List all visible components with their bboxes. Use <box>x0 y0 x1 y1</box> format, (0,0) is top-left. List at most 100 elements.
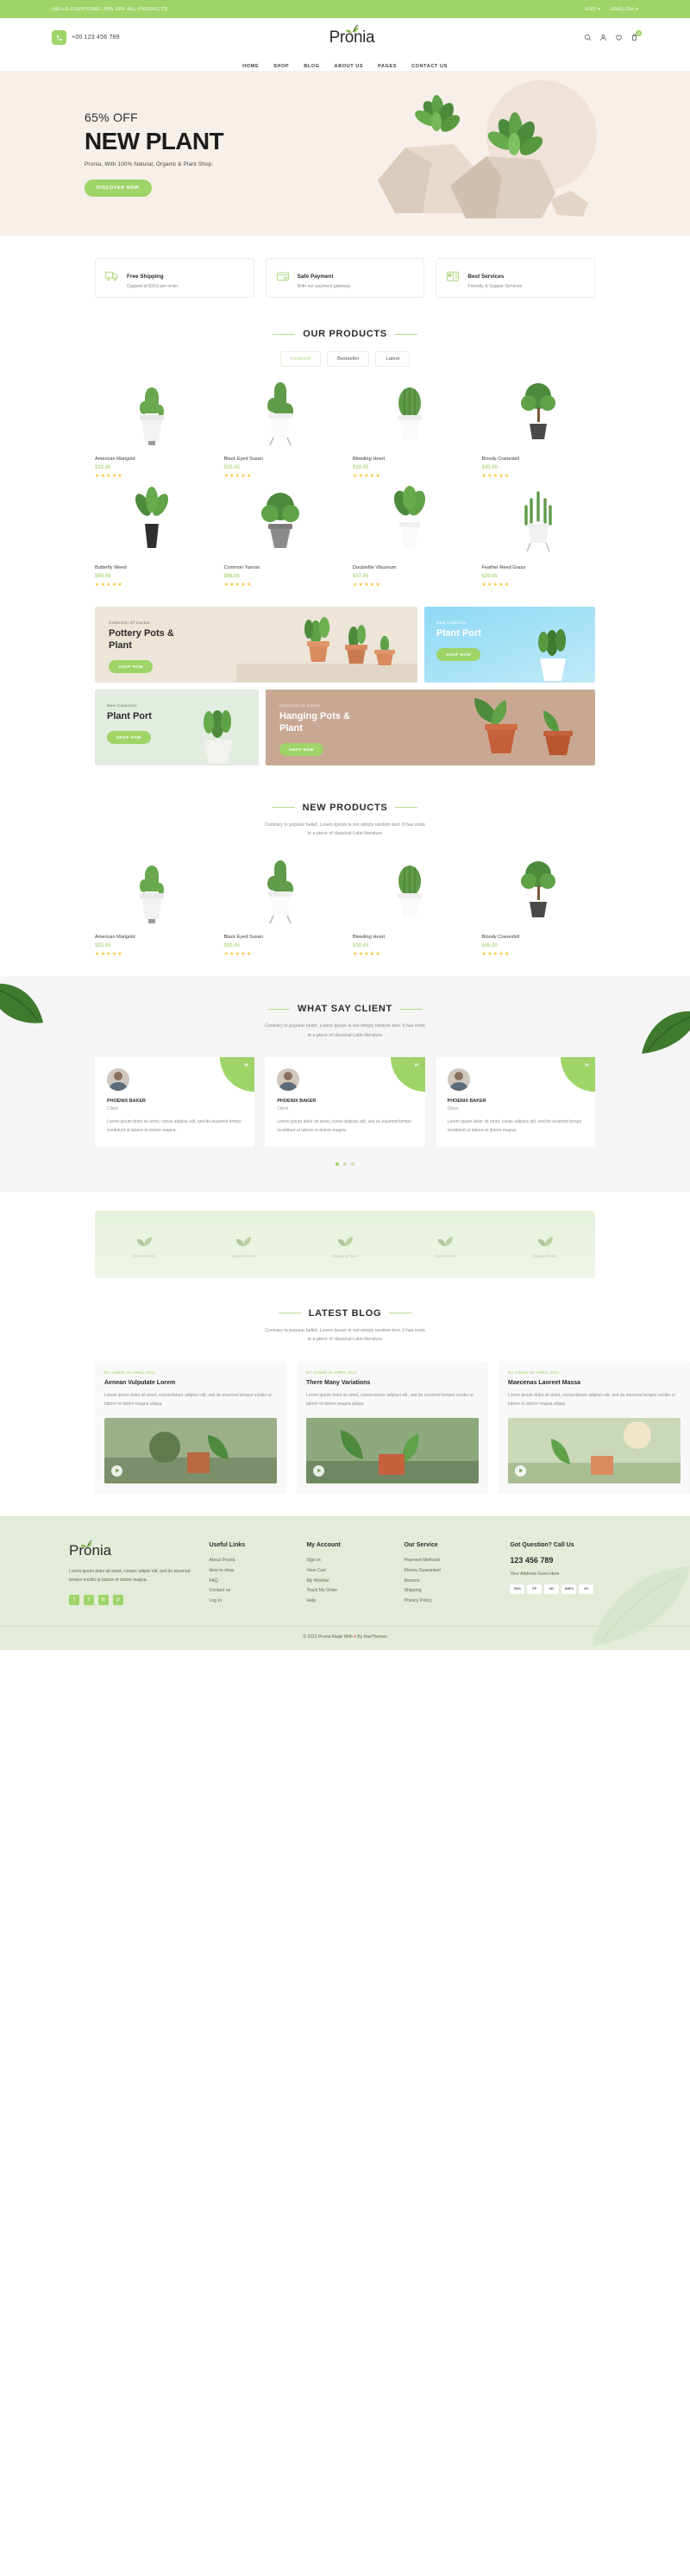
footer-link[interactable]: View Cart <box>306 1566 392 1577</box>
product-name: American Marigold <box>95 935 135 941</box>
brand-logo[interactable]: GrowingPlant <box>332 1231 358 1258</box>
footer-link[interactable]: About Pronia <box>209 1556 294 1566</box>
product-image[interactable] <box>95 375 209 450</box>
footer-link[interactable]: Returns <box>404 1577 498 1587</box>
footer-link[interactable]: Money Guarantee! <box>404 1566 498 1577</box>
product-image[interactable] <box>481 853 595 929</box>
blog-card[interactable]: BY ADMIN 04 APRIL 2021 Maecenas Laoreet M… <box>499 1361 690 1494</box>
product-image[interactable] <box>223 375 337 450</box>
blog-card[interactable]: BY ADMIN 04 APRIL 2021 Aenean Vulputate L… <box>95 1361 286 1494</box>
product-image[interactable] <box>353 484 467 559</box>
product-image[interactable] <box>353 853 467 929</box>
nav-item-pages[interactable]: PAGES <box>378 64 397 69</box>
footer-link[interactable]: Log In <box>209 1597 294 1607</box>
footer-link[interactable]: Payment Methods <box>404 1556 498 1566</box>
product-image[interactable] <box>353 375 467 450</box>
carousel-dot[interactable] <box>343 1162 347 1167</box>
brand-logo[interactable]: GreenPlant <box>133 1231 154 1258</box>
product-card[interactable]: Black Eyed Susan $20.45 ★★★★★ <box>223 853 337 957</box>
nav-item-about-us[interactable]: ABOUT US <box>335 64 364 69</box>
play-icon[interactable] <box>515 1464 526 1477</box>
nav-item-shop[interactable]: SHOP <box>273 64 289 69</box>
brand-logo[interactable]: GrapesPlant <box>533 1231 557 1258</box>
product-price: $68.05 <box>223 574 240 580</box>
currency-selector[interactable]: USD ▾ <box>585 7 600 12</box>
banner-plant-port-blue[interactable]: New Collection Plant Port SHOP NOW <box>424 607 595 683</box>
product-image[interactable] <box>95 484 209 559</box>
social-icon-f[interactable]: f <box>69 1594 79 1605</box>
product-image[interactable] <box>95 853 209 929</box>
footer-link[interactable]: Shipping <box>404 1586 498 1597</box>
product-card[interactable]: American Marigold $23.45 ★★★★★ <box>95 375 209 479</box>
product-card[interactable]: Bloody Cranesbill $45.00 ★★★★★ <box>481 375 595 479</box>
product-image[interactable] <box>481 484 595 559</box>
footer-link[interactable]: How to shop <box>209 1566 294 1577</box>
footer-link[interactable]: My Wishlist <box>306 1577 392 1587</box>
logo[interactable]: Pronia <box>329 24 375 47</box>
announcement-text: HELLO EVERYONE! 25% OFF ALL PRODUCTS <box>52 6 168 12</box>
nav-item-contact-us[interactable]: CONTACT US <box>411 64 448 69</box>
footer-link[interactable]: Track My Order <box>306 1586 392 1597</box>
brand-name: GreenPlant <box>133 1253 155 1258</box>
search-icon[interactable] <box>584 34 592 41</box>
cart-icon[interactable]: 0 <box>630 30 642 41</box>
nav-item-blog[interactable]: BLOG <box>304 64 319 69</box>
tab-latest[interactable]: Latest <box>375 351 411 368</box>
product-card[interactable]: Bleeding Heart $30.45 ★★★★★ <box>353 853 467 957</box>
product-card[interactable]: Doublefile Viburnum $47.45 ★★★★★ <box>353 484 467 588</box>
carousel-dot[interactable] <box>336 1162 339 1167</box>
product-image[interactable] <box>223 484 337 559</box>
footer-link[interactable]: Privacy Policy <box>404 1597 498 1607</box>
wishlist-icon[interactable] <box>615 34 623 41</box>
product-image[interactable] <box>223 853 337 929</box>
banner-shop-now-button[interactable]: SHOP NOW <box>436 648 481 661</box>
blog-title[interactable]: There Many Variations <box>306 1380 479 1386</box>
product-card[interactable]: Butterfly Weed $60.45 ★★★★★ <box>95 484 209 588</box>
carousel-dot[interactable] <box>351 1162 354 1167</box>
brand-logo[interactable]: GreenPlant <box>435 1231 456 1258</box>
product-card[interactable]: Common Yarrow $68.05 ★★★★★ <box>223 484 337 588</box>
social-icon-t[interactable]: t <box>84 1594 94 1605</box>
blog-title[interactable]: Maecenas Laoreet Massa <box>508 1380 681 1386</box>
blog-card[interactable]: BY ADMIN 04 APRIL 2021 There Many Variati… <box>297 1361 488 1494</box>
footer-phone[interactable]: 123 456 789 <box>510 1556 621 1565</box>
play-icon[interactable] <box>111 1464 122 1477</box>
banner-shop-now-button[interactable]: SHOP NOW <box>279 742 324 756</box>
product-card[interactable]: American Marigold $23.45 ★★★★★ <box>95 853 209 957</box>
blog-image[interactable] <box>508 1417 681 1483</box>
blog-image[interactable] <box>104 1417 277 1483</box>
social-icon-p[interactable]: p <box>113 1594 123 1605</box>
product-name: Butterfly Weed <box>95 565 127 571</box>
language-label: ENGLISH <box>611 6 635 12</box>
banner-pottery-pots[interactable]: Collection Of Cactus Pottery Pots & Plan… <box>95 607 417 683</box>
footer-link[interactable]: Help <box>306 1597 392 1607</box>
product-card[interactable]: Bloody Cranesbill $45.00 ★★★★★ <box>481 853 595 957</box>
footer-link[interactable]: Sign In <box>306 1556 392 1566</box>
tab-featured[interactable]: Featured <box>279 351 321 368</box>
product-rating-stars: ★★★★★ <box>353 583 381 589</box>
banner-plant-port-green[interactable]: New Collection Plant Port SHOP NOW <box>95 690 259 766</box>
product-rating-stars: ★★★★★ <box>95 952 123 958</box>
discover-now-button[interactable]: DISCOVER NOW <box>85 180 152 198</box>
product-image[interactable] <box>481 375 595 450</box>
brand-logo[interactable]: GardenPlant <box>231 1231 255 1258</box>
play-icon[interactable] <box>313 1464 324 1477</box>
user-icon[interactable] <box>599 34 607 41</box>
banner-shop-now-button[interactable]: SHOP NOW <box>109 659 154 673</box>
nav-item-home[interactable]: HOME <box>242 64 259 69</box>
banner-shop-now-button[interactable]: SHOP NOW <box>107 731 152 744</box>
product-card[interactable]: Bleeding Heart $30.45 ★★★★★ <box>353 375 467 479</box>
footer-logo[interactable]: Pronia <box>69 1540 111 1559</box>
social-icon-in[interactable]: in <box>98 1594 109 1605</box>
language-selector[interactable]: ENGLISH ▾ <box>611 7 638 12</box>
footer-link[interactable]: FAQ <box>209 1577 294 1587</box>
footer-link[interactable]: Contact us <box>209 1586 294 1597</box>
product-card[interactable]: Black Eyed Susan $25.45 ★★★★★ <box>223 375 337 479</box>
blog-image[interactable] <box>306 1417 479 1483</box>
product-card[interactable]: Feather Reed Grass $20.05 ★★★★★ <box>481 484 595 588</box>
banner-hanging-pots[interactable]: Collection Of Cactus Hanging Pots & Plan… <box>266 690 595 766</box>
blog-title[interactable]: Aenean Vulputate Lorem <box>104 1380 277 1386</box>
service-desc: Friendly & Supper Services <box>467 284 523 289</box>
tab-bestseller[interactable]: Bestseller <box>326 351 370 368</box>
header-phone[interactable]: +00 123 456 789 <box>52 30 120 45</box>
